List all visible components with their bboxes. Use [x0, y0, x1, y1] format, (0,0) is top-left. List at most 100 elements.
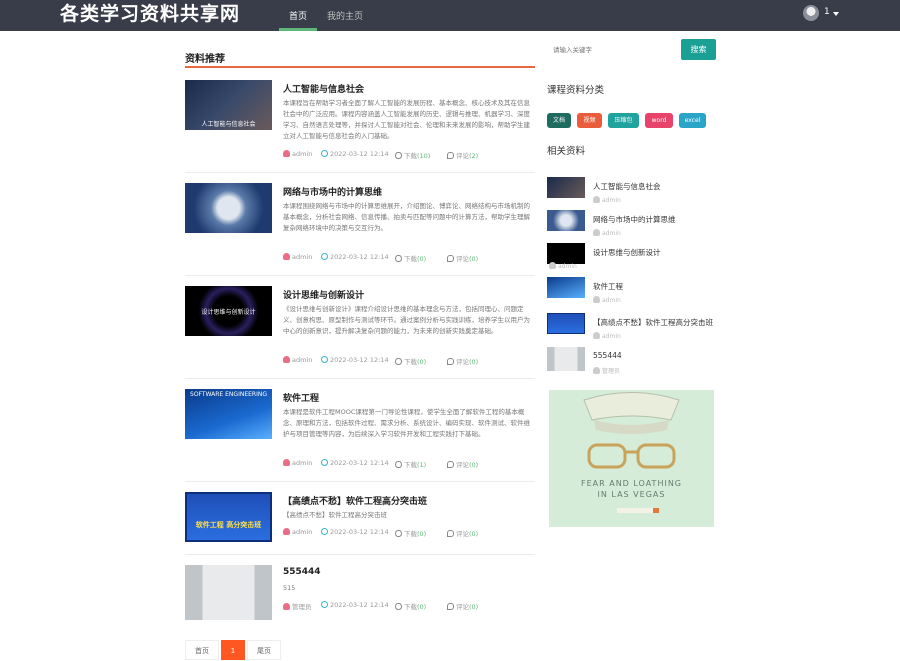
search-input[interactable] — [547, 39, 677, 60]
comment-icon — [447, 530, 454, 537]
article-meta: admin 2022-03-12 12:14 下载(0) 评论(0) — [283, 253, 535, 263]
related-author-name: admin — [558, 263, 577, 270]
related-item[interactable]: 网络与市场中的计算思维 admin — [547, 210, 717, 240]
article-date: 2022-03-12 12:14 — [330, 459, 389, 467]
page-first-button[interactable]: 首页 — [185, 640, 219, 660]
related-thumbnail[interactable] — [547, 210, 585, 231]
views-label: 下载 — [404, 603, 417, 611]
category-tag-excel[interactable]: excel — [679, 113, 706, 128]
comment-icon — [447, 358, 454, 365]
related-author-name: admin — [602, 230, 621, 237]
related-title-link[interactable]: 设计思维与创新设计 — [593, 247, 661, 258]
user-icon — [593, 229, 600, 236]
views-label: 下载 — [404, 358, 417, 366]
views-count: (10) — [417, 152, 431, 160]
categories-title: 课程资料分类 — [547, 85, 605, 96]
related-title-link[interactable]: 网络与市场中的计算思维 — [593, 214, 676, 225]
nav-my-page[interactable]: 我的主页 — [327, 9, 363, 22]
related-author: admin — [549, 262, 577, 270]
article-description: 【高绩点不愁】软件工程高分突击班 — [283, 511, 387, 519]
top-navbar: 各类学习资料共享网 首页 我的主页 1 — [0, 0, 900, 31]
thumbnail-caption: SOFTWARE ENGINEERING — [190, 391, 267, 398]
related-item[interactable]: 人工智能与信息社会 admin — [547, 177, 717, 207]
article-author[interactable]: admin — [292, 528, 312, 536]
related-item[interactable]: 555444 管理员 — [547, 347, 717, 377]
article-thumbnail[interactable] — [185, 183, 272, 233]
views-count: (0) — [417, 255, 427, 263]
article-item: SOFTWARE ENGINEERING 软件工程 本课程是软件工程MOOC课程… — [185, 389, 535, 482]
related-item[interactable]: 【高绩点不愁】软件工程高分突击班 admin — [547, 313, 717, 343]
search-button[interactable]: 搜索 — [681, 39, 716, 60]
article-title[interactable]: 设计思维与创新设计 — [283, 288, 364, 301]
views-count: (0) — [417, 603, 427, 611]
related-thumbnail[interactable] — [547, 277, 585, 298]
user-name[interactable]: 1 — [824, 7, 830, 17]
article-thumbnail[interactable]: 设计思维与创新设计 — [185, 286, 272, 336]
related-author: admin — [593, 296, 621, 304]
article-author[interactable]: admin — [292, 356, 312, 364]
comments-label: 评论 — [456, 152, 469, 160]
comment-icon — [447, 255, 454, 262]
page-current-button[interactable]: 1 — [221, 640, 245, 660]
related-thumbnail[interactable] — [547, 313, 585, 334]
chevron-down-icon[interactable] — [833, 12, 839, 16]
ad-text-line2: IN LAS VEGAS — [597, 490, 666, 499]
avatar[interactable] — [803, 5, 819, 21]
related-thumbnail[interactable] — [547, 243, 585, 264]
article-title[interactable]: 【高绩点不愁】软件工程高分突击班 — [283, 494, 427, 507]
comment-icon — [447, 461, 454, 468]
related-title-link[interactable]: 软件工程 — [593, 281, 623, 292]
related-thumbnail[interactable] — [547, 347, 585, 371]
category-tag-archive[interactable]: 压缩包 — [608, 113, 639, 128]
nav-active-indicator — [279, 28, 317, 31]
user-icon — [283, 356, 290, 363]
eye-icon — [395, 461, 402, 468]
related-author-name: admin — [602, 197, 621, 204]
category-tag-word[interactable]: word — [645, 113, 673, 128]
comments-count: (0) — [469, 358, 479, 366]
user-icon — [593, 332, 600, 339]
views-label: 下载 — [404, 255, 417, 263]
comments-count: (0) — [469, 530, 479, 538]
article-item: 网络与市场中的计算思维 本课程围绕网络与市场中的计算思维展开，介绍图论、博弈论、… — [185, 183, 535, 276]
article-description: 本课程围绕网络与市场中的计算思维展开，介绍图论、博弈论、网络结构与市场机制的基本… — [283, 202, 530, 232]
article-title[interactable]: 555444 — [283, 567, 321, 577]
related-author: admin — [593, 229, 621, 237]
article-title[interactable]: 软件工程 — [283, 391, 319, 404]
eye-icon — [395, 530, 402, 537]
comments-label: 评论 — [456, 358, 469, 366]
article-meta: admin 2022-03-12 12:14 下载(0) 评论(0) — [283, 528, 535, 538]
page-last-button[interactable]: 尾页 — [247, 640, 281, 660]
clock-icon — [321, 459, 328, 466]
article-thumbnail[interactable] — [185, 565, 272, 620]
comments-count: (0) — [469, 461, 479, 469]
article-item: 设计思维与创新设计 设计思维与创新设计 《设计思维与创新设计》课程介绍设计思维的… — [185, 286, 535, 379]
user-icon — [283, 603, 290, 610]
related-item[interactable]: 软件工程 admin — [547, 277, 717, 307]
category-tag-video[interactable]: 视频 — [577, 113, 602, 128]
related-title-link[interactable]: 【高绩点不愁】软件工程高分突击班 — [593, 317, 713, 328]
related-thumbnail[interactable] — [547, 177, 585, 198]
nav-home[interactable]: 首页 — [289, 9, 307, 22]
views-label: 下载 — [404, 461, 417, 469]
related-title-link[interactable]: 人工智能与信息社会 — [593, 181, 661, 192]
site-title[interactable]: 各类学习资料共享网 — [60, 0, 240, 26]
related-title-link[interactable]: 555444 — [593, 351, 622, 360]
article-thumbnail[interactable]: SOFTWARE ENGINEERING — [185, 389, 272, 439]
article-title[interactable]: 网络与市场中的计算思维 — [283, 185, 382, 198]
eye-icon — [395, 603, 402, 610]
article-date: 2022-03-12 12:14 — [330, 528, 389, 536]
article-author[interactable]: 管理员 — [292, 603, 312, 611]
comments-label: 评论 — [456, 255, 469, 263]
article-author[interactable]: admin — [292, 253, 312, 261]
ad-banner[interactable]: FEAR AND LOATHING IN LAS VEGAS — [549, 390, 714, 527]
comments-count: (0) — [469, 255, 479, 263]
article-thumbnail[interactable]: 软件工程 高分突击班 — [185, 492, 272, 542]
user-icon — [283, 528, 290, 535]
article-author[interactable]: admin — [292, 150, 312, 158]
article-thumbnail[interactable]: 人工智能与信息社会 — [185, 80, 272, 130]
related-item[interactable]: 设计思维与创新设计 admin — [547, 243, 717, 273]
category-tag-doc[interactable]: 文档 — [547, 113, 571, 128]
article-title[interactable]: 人工智能与信息社会 — [283, 82, 364, 95]
article-author[interactable]: admin — [292, 459, 312, 467]
